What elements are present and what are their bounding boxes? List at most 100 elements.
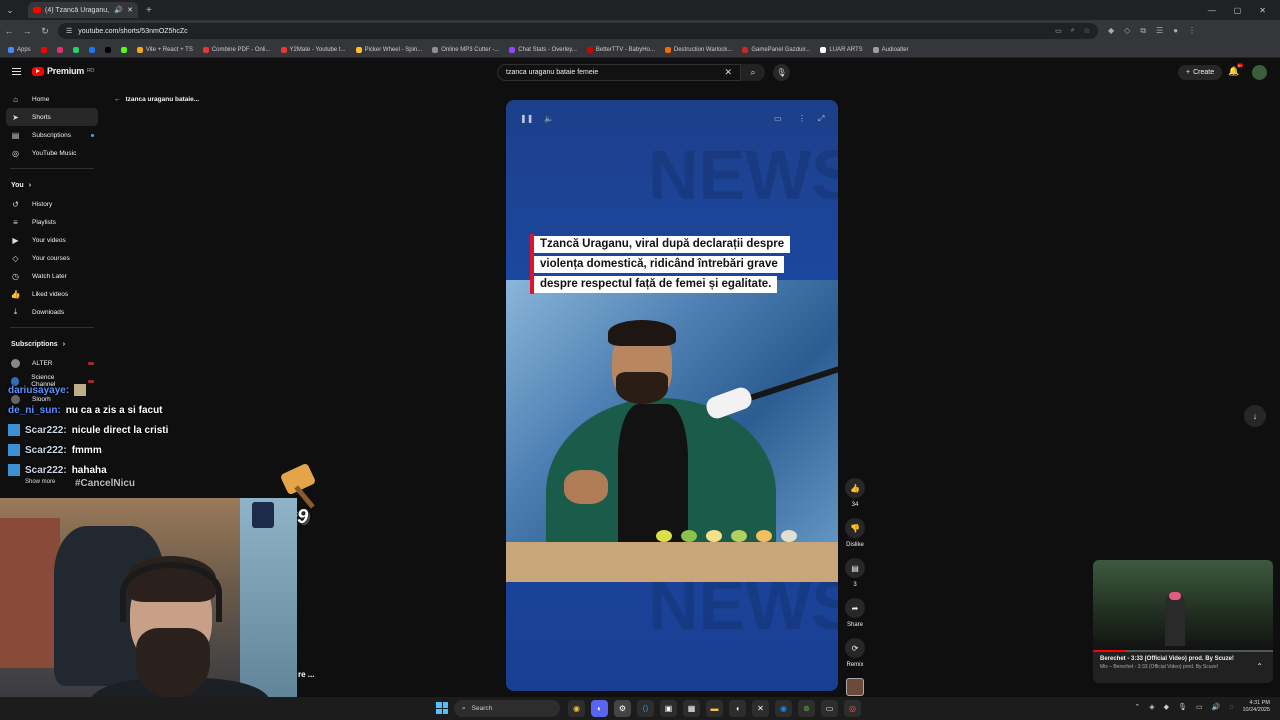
chrome-icon[interactable]: ◉ — [568, 700, 585, 717]
like-button[interactable]: 👍 — [845, 478, 865, 498]
kebab-menu-icon[interactable]: ⋮ — [1188, 26, 1196, 36]
app-icon[interactable]: ▭ — [821, 700, 838, 717]
bookmark-icon-only[interactable] — [120, 46, 127, 53]
dislike-button[interactable]: 👎 — [845, 518, 865, 538]
sidebar-item-home[interactable]: ⌂ Home — [0, 90, 104, 108]
close-window-icon[interactable]: ✕ — [1259, 6, 1266, 15]
maximize-icon[interactable]: ▢ — [1234, 6, 1242, 15]
bookmark-item[interactable]: Online MP3 Cutter -... — [432, 46, 499, 53]
share-button[interactable]: ➦ — [845, 598, 865, 618]
extension-icon[interactable]: ◇ — [1124, 26, 1130, 36]
bookmark-icon-only[interactable] — [88, 46, 95, 53]
show-more-link[interactable]: Show more — [14, 474, 55, 490]
profile-icon[interactable]: ● — [1173, 26, 1178, 36]
reload-icon[interactable]: ↻ — [36, 26, 54, 37]
bookmark-item[interactable]: Y2Mate - Youtube t... — [280, 46, 346, 53]
bookmark-item[interactable]: Picker Wheel - Spin... — [355, 46, 422, 53]
sidebar-subscription-item[interactable]: ALTER — [0, 354, 104, 372]
bookmark-item[interactable]: Vite + React + TS — [136, 46, 193, 53]
miniplayer[interactable]: Berechet - 3:33 (Official Video) prod. B… — [1093, 560, 1273, 683]
extensions-puzzle-icon[interactable]: ⧉ — [1140, 26, 1146, 36]
app-icon[interactable]: ◉ — [775, 700, 792, 717]
sidebar-item-your-courses[interactable]: ◇ Your courses — [0, 249, 104, 267]
sidebar-section-subscriptions[interactable]: Subscriptions › — [0, 334, 104, 354]
app-icon[interactable]: ◎ — [844, 700, 861, 717]
tab-audio-icon[interactable]: 🔊 — [114, 6, 123, 14]
browser-tab[interactable]: (4) Tzancă Uraganu, viral d... 🔊 ✕ — [28, 2, 138, 18]
tray-chevron-icon[interactable]: ⌃ — [1134, 703, 1140, 711]
bookmark-icon-only[interactable] — [56, 46, 63, 53]
steam-icon[interactable]: ⚙ — [614, 700, 631, 717]
more-options-icon[interactable]: ⋮ — [798, 114, 806, 123]
tray-monitor-icon[interactable]: ▭ — [1196, 703, 1203, 711]
chevron-up-icon[interactable]: ⌃ — [1256, 662, 1263, 671]
bookmark-icon-only[interactable] — [40, 46, 47, 53]
sidebar-item-playlists[interactable]: ≡ Playlists — [0, 213, 104, 231]
comments-button[interactable]: ▤ — [845, 558, 865, 578]
sidebar-item-youtube-music[interactable]: ◎ YouTube Music — [0, 144, 104, 162]
sidebar-item-your-videos[interactable]: ▶ Your videos — [0, 231, 104, 249]
bookmark-item[interactable]: Combine PDF - Onli... — [202, 46, 271, 53]
bookmark-item[interactable]: Chat Stats - Overley... — [509, 46, 577, 53]
sound-thumbnail[interactable] — [846, 678, 864, 696]
app-icon[interactable]: ◖ — [729, 700, 746, 717]
tray-volume-icon[interactable]: 🔊 — [1212, 703, 1221, 711]
forward-icon[interactable]: → — [18, 26, 36, 36]
tab-list-icon[interactable]: ⌄ — [0, 0, 20, 20]
sidebar-item-liked-videos[interactable]: 👍 Liked videos — [0, 285, 104, 303]
miniplayer-video[interactable] — [1093, 560, 1273, 652]
vscode-icon[interactable]: ⟨⟩ — [637, 700, 654, 717]
next-short-button[interactable]: ↓ — [1244, 405, 1266, 427]
sidebar-item-watch-later[interactable]: ◷ Watch Later — [0, 267, 104, 285]
sidebar-item-shorts[interactable]: ➤ Shorts — [6, 108, 98, 126]
search-input[interactable]: tzanca uraganu bataie femeie ✕ — [497, 64, 741, 81]
terminal-icon[interactable]: ▣ — [660, 700, 677, 717]
sidebar-item-history[interactable]: ↺ History — [0, 195, 104, 213]
site-info-icon[interactable]: ☰ — [66, 27, 72, 35]
windows-start-icon[interactable] — [436, 702, 448, 714]
sidebar-item-subscriptions[interactable]: ▤ Subscriptions — [0, 126, 104, 144]
app-icon[interactable]: ✕ — [752, 700, 769, 717]
system-clock[interactable]: 4:31 PM 10/24/2025 — [1242, 700, 1270, 714]
miniplayer-title[interactable]: Berechet - 3:33 (Official Video) prod. B… — [1093, 652, 1273, 662]
tray-app-icon[interactable]: ◈ — [1149, 703, 1154, 711]
bookmark-item[interactable]: Destruction Warlock... — [664, 46, 732, 53]
sidebar-section-you[interactable]: You › — [0, 175, 104, 195]
bookmark-icon-only[interactable] — [72, 46, 79, 53]
tray-mic-icon[interactable]: 🎙 — [1178, 703, 1187, 711]
minimize-icon[interactable]: — — [1208, 6, 1216, 15]
volume-icon[interactable]: 🔈 — [544, 114, 554, 123]
bookmark-item[interactable]: Apps — [8, 46, 31, 53]
notifications-button[interactable]: 🔔 9+ — [1228, 63, 1244, 77]
file-explorer-icon[interactable]: ▬ — [706, 700, 723, 717]
tab-close-icon[interactable]: ✕ — [127, 6, 133, 14]
sidebar-item-downloads[interactable]: ⤓ Downloads — [0, 303, 104, 321]
cast-icon[interactable]: ▭ — [1055, 27, 1062, 35]
voice-search-button[interactable]: 🎙 — [773, 64, 790, 81]
menu-icon[interactable]: ☰ — [1156, 26, 1163, 36]
xbox-icon[interactable]: ⊗ — [798, 700, 815, 717]
fullscreen-icon[interactable]: ⤢ — [818, 114, 824, 124]
bookmark-icon-only[interactable] — [104, 46, 111, 53]
discord-icon[interactable]: ◐ — [591, 700, 608, 717]
miniplayer-progress[interactable] — [1093, 650, 1273, 652]
url-text[interactable]: youtube.com/shorts/53nmOZ5hcZc — [78, 28, 187, 35]
zoom-icon[interactable]: ⌕ — [1071, 27, 1075, 35]
youtube-premium-logo[interactable]: Premium RO — [32, 66, 94, 76]
calculator-icon[interactable]: ▦ — [683, 700, 700, 717]
omnibox[interactable]: ☰ youtube.com/shorts/53nmOZ5hcZc ▭ ⌕ ☆ — [58, 23, 1098, 39]
tray-wifi-icon[interactable]: ◌ — [1229, 704, 1233, 711]
bookmark-item[interactable]: LUAR ARTS — [820, 46, 863, 53]
taskbar-search[interactable]: ⌕ Search — [454, 700, 560, 717]
back-to-results-link[interactable]: ← tzanca uraganu bataie... — [114, 96, 199, 103]
create-button[interactable]: + Create — [1178, 65, 1223, 80]
account-avatar[interactable] — [1252, 65, 1267, 80]
search-button[interactable]: ⌕ — [741, 64, 765, 81]
bookmark-item[interactable]: GamePanel Gazduir... — [742, 46, 810, 53]
bookmark-item[interactable]: BetterTTV - BabyHo... — [586, 46, 655, 53]
clear-search-icon[interactable]: ✕ — [724, 67, 732, 78]
short-video-player[interactable]: NEWS NEWS ❚❚ 🔈 ▭ ⋮ ⤢ Tzancă Uraganu, vir… — [506, 100, 838, 691]
extension-icon[interactable]: ◆ — [1108, 26, 1114, 36]
back-icon[interactable]: ← — [0, 26, 18, 36]
remix-button[interactable]: ⟳ — [845, 638, 865, 658]
